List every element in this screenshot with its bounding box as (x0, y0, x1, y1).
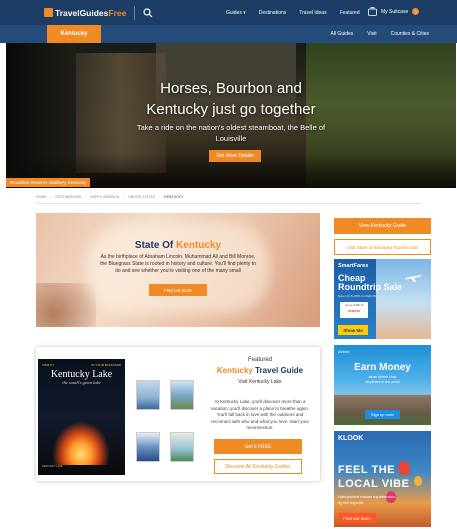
discover-all-guides-button[interactable]: Discover All Kentucky Guides (214, 459, 302, 474)
smartfares-ad[interactable]: SmartFares Cheap Roundtrip Sale Save Up … (334, 259, 431, 339)
state-card-title-accent: Kentucky (176, 240, 222, 251)
featured-guide-card: VISIT KY IN YOUR BACKYARD Kentucky Lake … (36, 347, 320, 481)
ad-text-line2: by the experts (338, 500, 364, 505)
klook-ad[interactable]: KLOOK FEEL THE LOCAL VIBE Handpicked ins… (334, 431, 431, 527)
subnav-all-guides[interactable]: All Guides (330, 31, 353, 37)
guide-thumbnail[interactable] (136, 432, 160, 462)
logo-mark-icon (44, 8, 53, 17)
balloon-image (414, 476, 422, 486)
guide-cover-image[interactable]: VISIT KY IN YOUR BACKYARD Kentucky Lake … (38, 359, 125, 475)
plane-icon (405, 275, 421, 282)
breadcrumb-north-america[interactable]: NORTH AMERICA (90, 195, 119, 199)
breadcrumb-destinations[interactable]: DESTINATIONS (55, 195, 81, 199)
subnav-links: All Guides Visit Counties & Cities (330, 25, 429, 43)
hero-title-line1: Horses, Bourbon and (160, 80, 302, 97)
guide-visit-label: Visit Kentucky Lake (238, 379, 282, 385)
view-kentucky-guide-button[interactable]: View Kentucky Guide (334, 218, 431, 234)
suitcase-count-badge: 0 (412, 8, 420, 15)
search-icon[interactable] (143, 7, 153, 18)
cover-tag-right: IN YOUR BACKYARD (91, 363, 121, 367)
ad-promo-label: Get up to $50 off (344, 304, 364, 307)
state-subnav: Kentucky All Guides Visit Counties & Cit… (0, 25, 457, 43)
ad-headline-line2: LOCAL VIBE (338, 478, 410, 490)
hero-photo-caption: Woodford Reserve Distillery, Kentucky (6, 178, 91, 187)
ad-text-line1: as an Airbnb Host (368, 375, 397, 379)
get-more-details-button[interactable]: Get More Details (209, 150, 261, 162)
ad-brand: Airbnb (338, 349, 350, 354)
guide-pre-title: Featured (247, 357, 272, 363)
hero-subtitle-line2: Louisville (215, 134, 247, 143)
ad-brand: SmartFares (338, 263, 369, 269)
get-it-free-button[interactable]: Get it FREE (214, 439, 302, 454)
nav-divider (134, 5, 136, 20)
hero-banner: Horses, Bourbon and Kentucky just go tog… (6, 43, 456, 188)
nav-guides[interactable]: Guides ▾ (226, 10, 246, 16)
state-intro-card: State Of Kentucky As the birthplace of A… (36, 213, 320, 327)
ad-text-line2: anywhere in the world (365, 380, 400, 384)
logo-accent-text: Free (108, 7, 127, 18)
guide-title-accent: Kentucky (216, 366, 253, 375)
state-card-text-line2: the Bluegrass State is rooted in history… (100, 261, 256, 267)
breadcrumb: HOME / DESTINATIONS / NORTH AMERICA / UN… (36, 195, 184, 199)
airbnb-ad[interactable]: Airbnb Earn Money as an Airbnb Host anyw… (334, 345, 431, 425)
hero-title-line2: Kentucky just go together (146, 101, 316, 118)
ad-headline: Earn Money (354, 362, 411, 373)
ad-brand: KLOOK (338, 435, 364, 442)
state-card-title-prefix: State Of (134, 240, 174, 251)
subnav-counties-cities[interactable]: Counties & Cities (391, 31, 429, 37)
nav-destinations[interactable]: Destinations (259, 10, 287, 16)
cover-subtitle: the south's great lake (62, 380, 101, 385)
guide-title: Kentucky Travel Guide (201, 366, 319, 375)
visit-tourism-site-button[interactable]: Visit State of Kentucky Tourism Site (334, 239, 431, 255)
find-out-more-button[interactable]: Find out more (149, 284, 207, 296)
hero-subtitle-line1: Take a ride on the nation's oldest steam… (136, 123, 326, 132)
ad-promo-box: Get up to $50 off SFWT15 (340, 302, 368, 318)
ad-show-me-button[interactable]: Show Me (338, 325, 368, 335)
breadcrumb-united-states[interactable]: UNITED STATES (128, 195, 155, 199)
campfire-image (52, 421, 110, 465)
ad-text-line1: Handpicked insider experiences (338, 494, 395, 499)
state-card-text-line3: do and see whether you're visiting one o… (115, 268, 241, 274)
cover-tag-left: VISIT KY (42, 363, 55, 367)
state-tab[interactable]: Kentucky (47, 25, 101, 43)
guide-thumbnail[interactable] (136, 380, 160, 410)
nav-travel-ideas[interactable]: Travel Ideas (299, 10, 326, 16)
guide-text-line5: reconnection. (246, 425, 274, 430)
state-card-title: State Of Kentucky (36, 240, 320, 251)
balloon-image (398, 461, 410, 475)
my-suitcase-button[interactable]: My Suitcase 0 (368, 7, 420, 16)
subnav-visit[interactable]: Visit (367, 31, 376, 37)
ad-promo-code: SFWT15 (348, 309, 360, 313)
guide-thumbnail[interactable] (170, 432, 194, 462)
cover-footer: KENTUCKY LAKE (42, 465, 63, 468)
guide-thumbnail[interactable] (170, 380, 194, 410)
ad-headline-line1: FEEL THE (338, 464, 395, 476)
page: TravelGuides Free Guides ▾ Destinations T… (0, 0, 457, 529)
site-logo[interactable]: TravelGuides Free (44, 8, 126, 18)
divider (36, 203, 421, 204)
ad-sign-up-button[interactable]: Sign up now! (365, 410, 400, 419)
logo-main-text: TravelGuides (55, 7, 109, 18)
suitcase-label: My Suitcase (381, 8, 409, 15)
nav-featured[interactable]: Featured (340, 10, 360, 16)
cover-tagline: VISIT KY IN YOUR BACKYARD (42, 363, 121, 367)
breadcrumb-current: KENTUCKY (164, 195, 184, 199)
ad-small-text: Save Up To 65% on Flight Bookings (338, 294, 386, 298)
suitcase-icon (368, 7, 377, 16)
ad-find-out-more-button[interactable]: Find out more (338, 513, 376, 523)
breadcrumb-home[interactable]: HOME (36, 195, 47, 199)
guide-title-rest: Travel Guide (255, 366, 304, 375)
ad-headline-line2: Roundtrip Sale (338, 282, 403, 292)
cover-title: Kentucky Lake (50, 369, 113, 380)
state-card-text-line1: As the birthplace of Abraham Lincoln, Mu… (100, 254, 256, 260)
main-nav-links: Guides ▾ Destinations Travel Ideas Featu… (226, 0, 360, 25)
